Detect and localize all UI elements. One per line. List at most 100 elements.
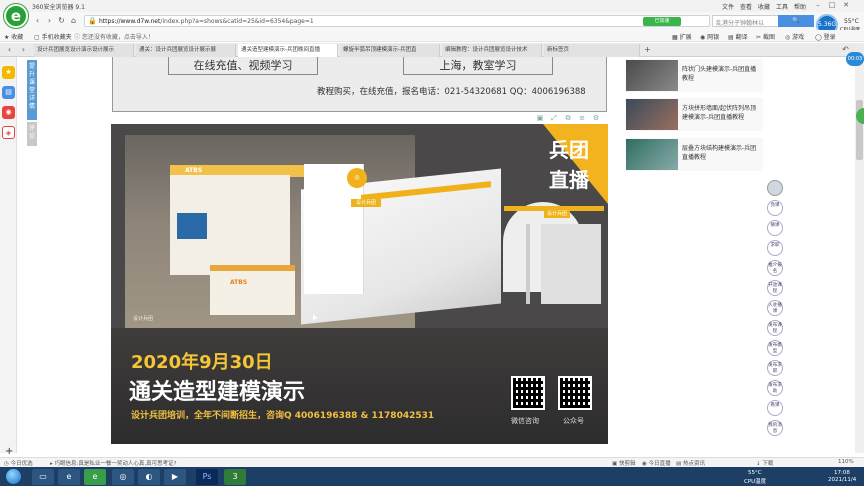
browser-logo-icon[interactable]: e [4, 4, 28, 28]
weibo-icon[interactable]: ◉ [2, 106, 15, 119]
menu-favorites[interactable]: 收藏 [758, 2, 770, 11]
forward-icon[interactable]: › [44, 15, 55, 26]
address-bar[interactable]: 🔒 https://www.d7w.net/index.php?a=shows&… [84, 15, 710, 27]
refresh-icon[interactable]: ↻ [56, 15, 67, 26]
menu-file[interactable]: 文件 [722, 2, 734, 11]
new-tab-icon[interactable]: + [642, 44, 653, 55]
comment-tab[interactable]: 评论 [27, 122, 37, 146]
list-icon[interactable]: ≡ [578, 114, 586, 122]
tab-5[interactable]: 编辑教程：设计兵团展览设计技术 [442, 44, 542, 57]
taskbar-explorer-icon[interactable]: ▭ [32, 469, 54, 485]
close-button[interactable]: ✕ [840, 1, 852, 11]
doc-icon[interactable]: ▤ [2, 86, 15, 99]
menu-view[interactable]: 查看 [740, 2, 752, 11]
taskbar-ie-icon[interactable]: e [58, 469, 80, 485]
model-logo-icon: ◎ [347, 168, 367, 188]
panel-button[interactable]: 入驻播课 [767, 300, 783, 316]
extensions-button[interactable]: ▦ 扩展 [672, 32, 692, 41]
search-icon: 🔍 [792, 17, 800, 24]
maximize-button[interactable]: □ [826, 1, 838, 11]
panel-button[interactable]: 亮课 [767, 200, 783, 216]
promo-text: 设计兵团培训，全年不间断招生，咨询Q 4006196388 & 11780425… [131, 411, 435, 421]
home-icon[interactable]: ⌂ [68, 15, 79, 26]
start-button[interactable] [2, 468, 24, 485]
url-text[interactable]: https://www.d7w.net/index.php?a=shows&ca… [99, 18, 314, 25]
avatar[interactable] [767, 180, 783, 196]
taskbar-360-browser-icon[interactable]: e [84, 469, 106, 485]
video-player[interactable]: ATBS ATBS 设计兵团 ◎ 设计兵团 设计兵团 兵团 直播 2020年9月… [111, 124, 608, 444]
status-recommend[interactable]: ◷ 今日优选 [4, 459, 33, 467]
settings-icon[interactable]: ⚙ [592, 114, 600, 122]
classroom-study-box[interactable]: 上海，教室学习 [403, 57, 553, 75]
taskbar-media-icon[interactable]: ▶ [164, 469, 186, 485]
tab-scroll-right-icon[interactable]: › [18, 44, 29, 55]
taskbar-photoshop-icon[interactable]: Ps [196, 469, 218, 485]
games-button[interactable]: ◎ 游戏 [785, 32, 804, 41]
related-item[interactable]: 方块拼形墙面/起伏阵列吊顶建模演示-兵团直播教程 [625, 98, 763, 131]
add-icon[interactable]: + [5, 446, 13, 457]
bank-button[interactable]: ◉ 网银 [700, 32, 719, 41]
panel-button[interactable]: 看课 [767, 400, 783, 416]
status-news-ticker[interactable]: ▸ 巧眼信息:真是私业一餐一奖动人心真,真可思考证? [50, 459, 177, 467]
shield-icon[interactable]: ◈ [2, 126, 15, 139]
lock-icon: 🔒 [88, 17, 97, 25]
tab-6[interactable]: 新标签页 [544, 44, 640, 57]
back-icon[interactable]: ‹ [32, 15, 43, 26]
booth-screen [177, 213, 207, 239]
online-study-box[interactable]: 在线充值、视频学习 [168, 57, 318, 75]
mobile-favorites-link[interactable]: ▢ 手机收藏夹 [34, 32, 72, 41]
video-toolbar: ▣ ⤢ ⧉ ≡ ⚙ [534, 114, 606, 124]
tray-time[interactable]: 17:08 [834, 470, 850, 476]
expand-icon[interactable]: ⤢ [550, 114, 558, 122]
menu-help[interactable]: 帮助 [794, 2, 806, 11]
status-downloads[interactable]: ↓ 下载 [756, 459, 773, 467]
login-button[interactable]: ◯ 登录 [815, 32, 836, 41]
contact-info: 教程购买，在线充值，报名电话：021-54320681 QQ：400619638… [317, 87, 586, 97]
search-button[interactable]: 🔍 [778, 15, 814, 27]
tray-date[interactable]: 2021/11/4 [828, 477, 856, 483]
tab-scroll-left-icon[interactable]: ‹ [4, 44, 15, 55]
broadcast-date: 2020年9月30日 [131, 352, 273, 373]
taskbar-wechat-icon[interactable]: ◐ [138, 469, 160, 485]
panel-button[interactable]: 发布求助 [767, 380, 783, 396]
related-item[interactable]: 阵状门头建模演示-兵团直播教程 [625, 59, 763, 92]
panel-button[interactable]: 发布求职 [767, 360, 783, 376]
panel-button[interactable]: 发布模型 [767, 340, 783, 356]
accelerate-badge[interactable]: 已加速 [643, 17, 681, 26]
panel-button[interactable]: 求职 [767, 240, 783, 256]
related-title: 方块拼形墙面/起伏阵列吊顶建模演示-兵团直播教程 [682, 105, 757, 121]
taskbar-3dsmax-icon[interactable]: 3 [224, 469, 246, 485]
tab-1[interactable]: 设计兵团展览设计演示设计展示 [34, 44, 134, 57]
floating-timer-badge[interactable]: 00:03 [846, 52, 864, 66]
tab-3[interactable]: 通关造型建模演示-兵团晚间直播 [238, 44, 338, 57]
app-title: 360安全浏览器 9.1 [32, 4, 85, 11]
panel-button[interactable]: 摘课 [767, 220, 783, 236]
screenshot-button[interactable]: ✂ 截图 [756, 32, 775, 41]
save-icon[interactable]: ▣ [536, 114, 544, 122]
course-detail-tab[interactable]: 提升课堂详情 [27, 60, 37, 120]
tray-cpu-label: CPU温度 [744, 479, 767, 485]
star-icon[interactable]: ★ [2, 66, 15, 79]
favorites-hint[interactable]: ⓘ 您还没有收藏，点击导入！ [74, 32, 154, 41]
menu-tools[interactable]: 工具 [776, 2, 788, 11]
official-account-qr-code [558, 376, 592, 410]
popout-icon[interactable]: ⧉ [564, 114, 572, 122]
panel-button[interactable]: 发布课程 [767, 320, 783, 336]
status-live-today[interactable]: ◉ 今日直播 [642, 459, 671, 467]
tab-4[interactable]: 螺旋半弧吊顶建模演示-兵团直 [340, 44, 440, 57]
status-hot-news[interactable]: ▤ 热点资讯 [676, 459, 705, 467]
panel-button[interactable]: 开放课程 [767, 280, 783, 296]
panel-button[interactable]: 推介报名 [767, 260, 783, 276]
favorites-button[interactable]: ★ 收藏 [4, 32, 23, 41]
status-zoom[interactable]: 110% [838, 459, 854, 465]
corner-text-2: 直播 [549, 168, 589, 192]
course-title: 通关造型建模演示 [129, 380, 306, 405]
tab-2[interactable]: 通关：设计兵团展览设计展示展 [136, 44, 236, 57]
panel-button[interactable]: 我的消息 [767, 420, 783, 436]
taskbar-app-icon[interactable]: ◎ [112, 469, 134, 485]
related-thumbnail [626, 99, 678, 130]
translate-button[interactable]: ▤ 翻译 [728, 32, 748, 41]
minimize-button[interactable]: – [812, 1, 824, 11]
status-quick-edit[interactable]: ▣ 快剪辑 [612, 459, 635, 467]
related-item[interactable]: 层叠方块结构建模演示-兵团直播教程 [625, 138, 763, 171]
